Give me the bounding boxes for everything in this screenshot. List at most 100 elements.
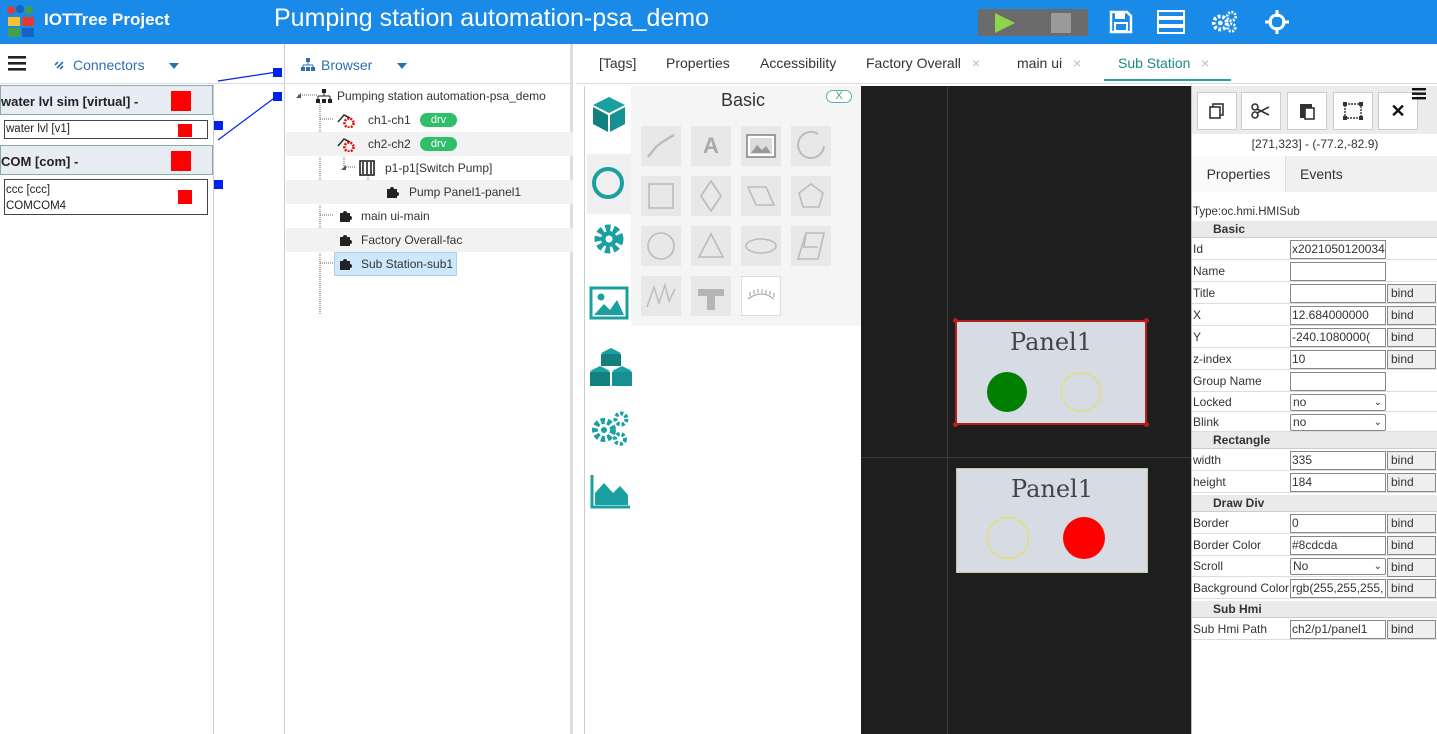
cut-button[interactable] [1241,92,1281,130]
tree-item-project[interactable]: Pumping station automation-psa_demo [286,84,573,108]
width-field[interactable]: 335 [1290,451,1386,470]
scroll-select[interactable]: No ⌄ [1290,558,1386,575]
group-name-field[interactable] [1290,372,1386,391]
tab-properties[interactable]: Properties [666,55,730,71]
x-field[interactable]: 12.684000000 [1290,306,1386,325]
tab-properties[interactable]: Properties [1192,156,1286,192]
trapezoid-icon[interactable] [791,226,831,266]
resize-handle[interactable] [1144,318,1149,323]
name-field[interactable] [1290,262,1386,281]
tree-item-sub-station[interactable]: Sub Station-sub1 [286,252,573,276]
close-icon[interactable]: × [1201,55,1209,71]
close-button[interactable]: X [826,90,852,103]
play-button[interactable] [978,9,1032,36]
chevron-down-icon[interactable] [397,59,407,73]
resize-handle[interactable] [953,422,958,427]
locked-select[interactable]: no ⌄ [1290,394,1386,411]
blink-select[interactable]: no ⌄ [1290,414,1386,431]
parallelogram-icon[interactable] [741,176,781,216]
diamond-icon[interactable] [691,176,731,216]
tab-tags[interactable]: [Tags] [599,55,636,71]
bind-button[interactable]: bind [1387,350,1436,369]
tab-main-ui[interactable]: main ui [1017,55,1062,71]
bind-button[interactable]: bind [1387,451,1436,470]
hmi-canvas[interactable]: Panel1 Panel1 [861,86,1191,734]
menu-icon[interactable] [1412,88,1426,103]
line-icon[interactable] [641,126,681,166]
image-icon[interactable] [741,126,781,166]
close-icon[interactable]: × [1073,55,1081,71]
resize-handle[interactable] [1144,422,1149,427]
y-field[interactable]: -240.1080000( [1290,328,1386,347]
border-color-field[interactable]: #8cdcda [1290,536,1386,555]
resize-handle[interactable] [953,318,958,323]
stop-button[interactable] [1034,9,1088,36]
properties-toolbar: ✕ [1192,86,1437,134]
sub-hmi-path-field[interactable]: ch2/p1/panel1 [1290,620,1386,639]
connector-water-lvl-sim[interactable]: water lvl sim [virtual] - [0,85,213,115]
tree-item-panel1[interactable]: Pump Panel1-panel1 [286,180,573,204]
close-icon[interactable]: × [972,55,980,71]
gear-icon[interactable] [589,219,631,261]
wave-icon[interactable] [641,276,681,316]
copy-button[interactable] [1197,92,1237,130]
border-field[interactable]: 0 [1290,514,1386,533]
paste-button[interactable] [1287,92,1327,130]
menu-icon[interactable] [8,55,26,74]
square-icon[interactable] [641,176,681,216]
background-color-field[interactable]: rgb(255,255,255, [1290,579,1386,598]
crosshair-button[interactable] [1263,8,1291,36]
tree-item-p1[interactable]: p1-p1[Switch Pump] [286,156,573,180]
connector-item-water-lvl[interactable]: water lvl [v1] [4,120,208,139]
sub-hmi-panel-selected[interactable]: Panel1 [953,318,1149,427]
tab-sub-station[interactable]: Sub Station [1118,55,1190,71]
bind-button[interactable]: bind [1387,306,1436,325]
bind-button[interactable]: bind [1387,284,1436,303]
bind-button[interactable]: bind [1387,620,1436,639]
ellipse-icon[interactable] [741,226,781,266]
image-icon[interactable] [589,282,631,324]
connector-label: COM [com] [1,154,71,169]
cubes-icon[interactable] [589,346,632,388]
bind-button[interactable]: bind [1387,473,1436,492]
height-field[interactable]: 184 [1290,473,1386,492]
area-chart-icon[interactable] [589,469,631,511]
bind-button[interactable]: bind [1387,536,1436,555]
gears-icon[interactable] [589,408,631,450]
id-field[interactable]: x2021050120034 [1290,240,1386,259]
arc-icon[interactable] [791,126,831,166]
connectors-label[interactable]: Connectors [73,57,145,73]
bind-button[interactable]: bind [1387,514,1436,533]
browser-label[interactable]: Browser [321,57,372,73]
tree-item-label: main ui-main [361,209,430,223]
tree-item-main-ui[interactable]: main ui-main [286,204,573,228]
text-icon[interactable]: A [691,126,731,166]
bind-button[interactable]: bind [1387,328,1436,347]
sub-hmi-panel[interactable]: Panel1 [956,468,1148,573]
tree-item-ch2[interactable]: ch2-ch2 drv [286,132,573,156]
bind-button[interactable]: bind [1387,558,1436,577]
save-button[interactable] [1107,8,1135,36]
prop-label: Group Name [1193,374,1262,388]
zindex-field[interactable]: 10 [1290,350,1386,369]
tab-accessibility[interactable]: Accessibility [760,55,836,71]
pipe-icon[interactable] [691,276,731,316]
triangle-icon[interactable] [691,226,731,266]
tab-factory-overall[interactable]: Factory Overall [866,55,961,71]
tree-item-ch1[interactable]: ch1-ch1 drv [286,108,573,132]
circle-category-icon[interactable] [587,154,631,214]
tab-events[interactable]: Events [1300,166,1343,182]
settings-button[interactable] [1210,8,1238,36]
connector-item-ccc[interactable]: ccc [ccc] COMCOM4 [4,179,208,215]
cube-icon[interactable] [589,94,631,136]
gauge-icon[interactable] [741,276,781,316]
pentagon-icon[interactable] [791,176,831,216]
connector-com[interactable]: COM [com] - [0,145,213,175]
tree-item-factory-overall[interactable]: Factory Overall-fac [286,228,573,252]
bind-button[interactable]: bind [1387,579,1436,598]
title-field[interactable] [1290,284,1386,303]
select-area-button[interactable] [1333,92,1373,130]
chevron-down-icon[interactable] [169,59,179,73]
circle-icon[interactable] [641,226,681,266]
server-button[interactable] [1157,8,1185,36]
